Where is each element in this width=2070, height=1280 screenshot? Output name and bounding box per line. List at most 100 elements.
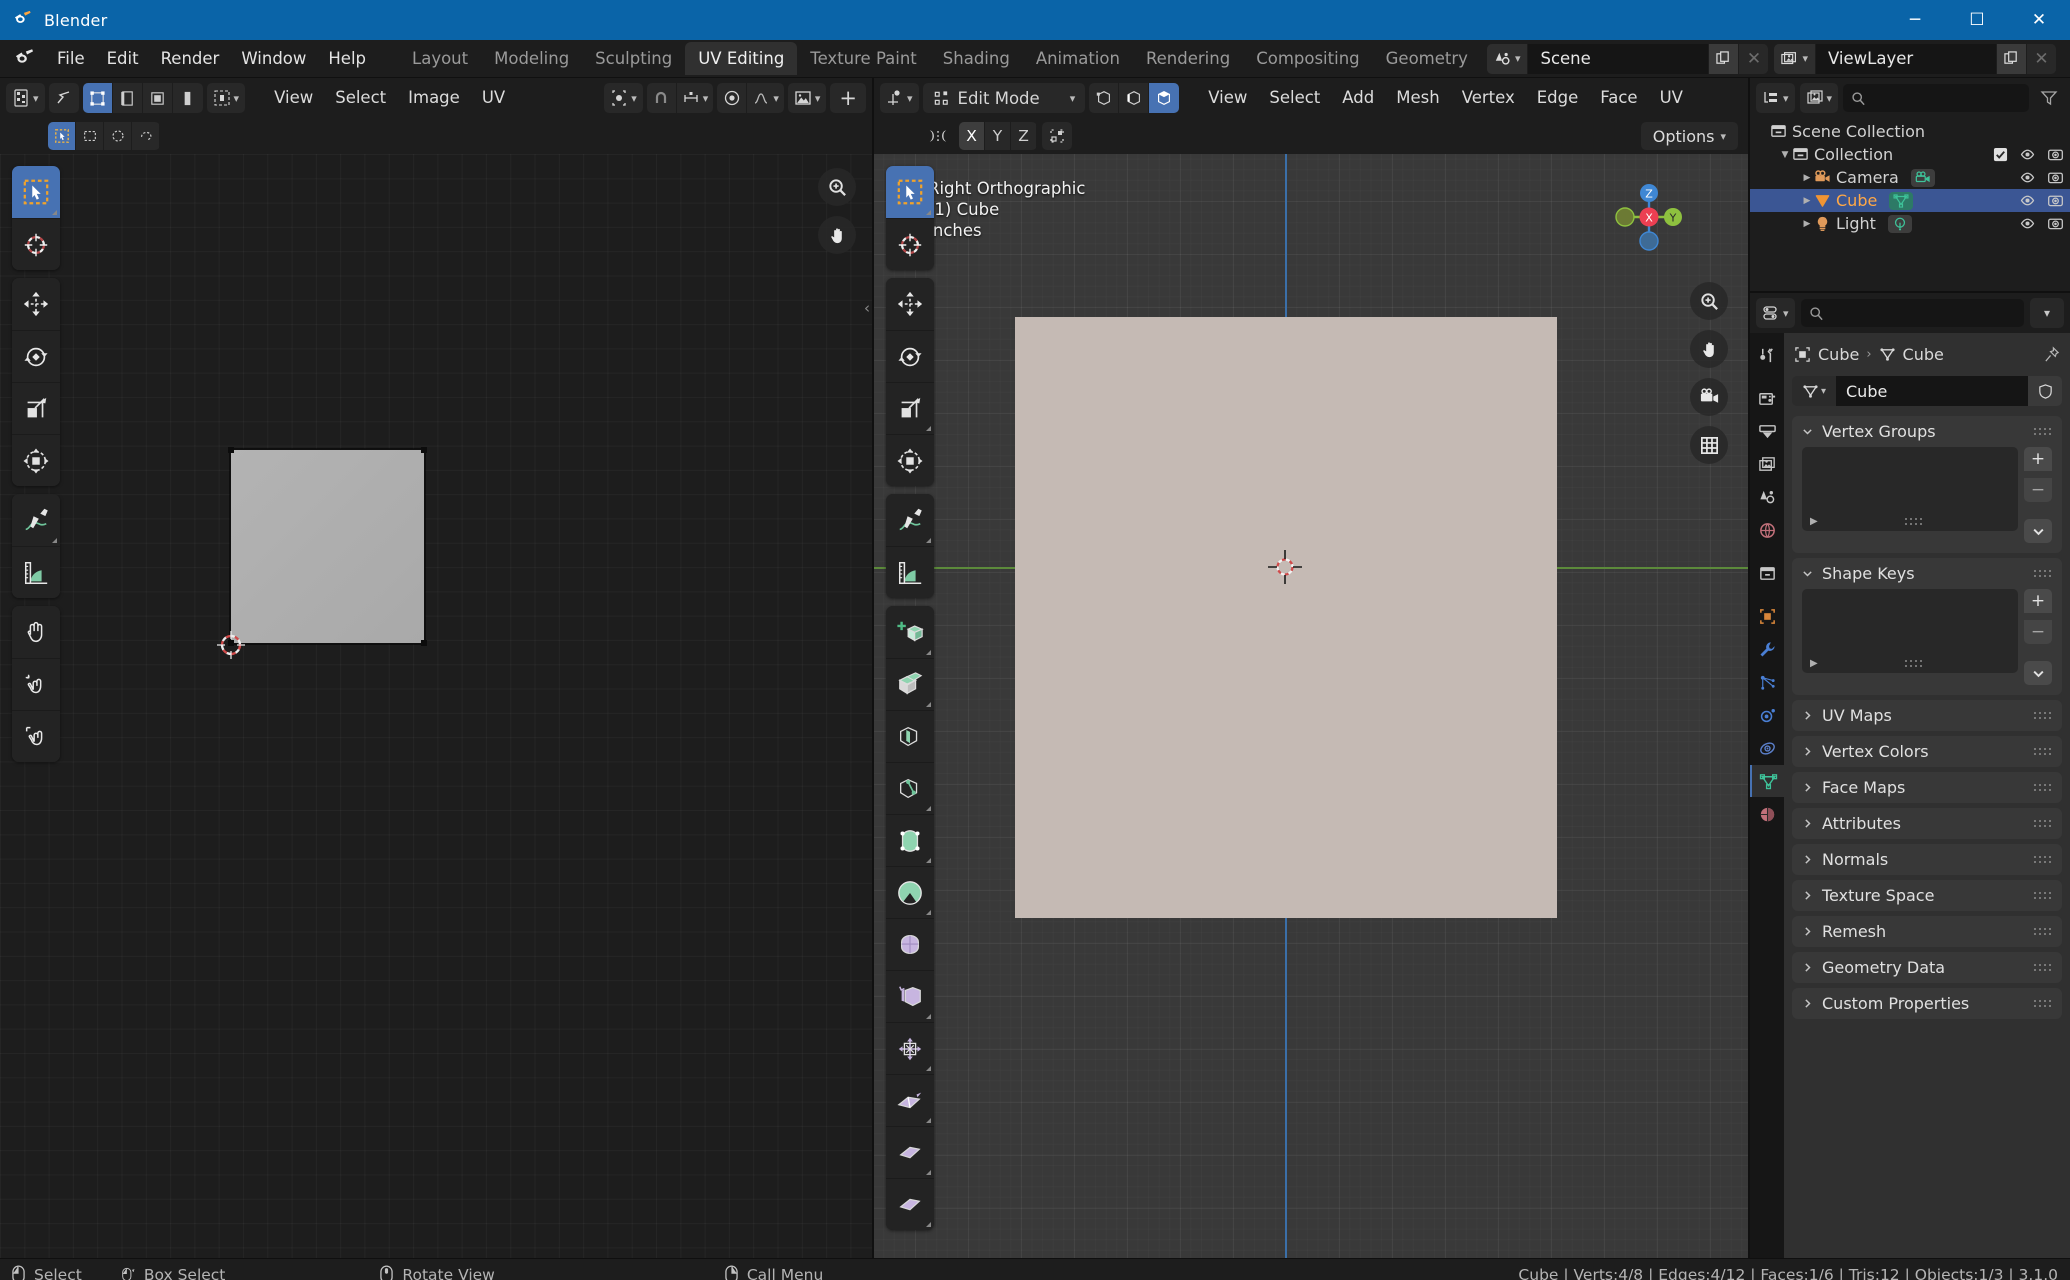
menu-help[interactable]: Help: [317, 44, 377, 74]
move-tool[interactable]: [886, 278, 934, 330]
pinch-tool[interactable]: [12, 710, 60, 762]
panel-header[interactable]: Custom Properties: [1792, 988, 2062, 1019]
tool-tab[interactable]: [1750, 339, 1784, 371]
workspace-tab-shading[interactable]: Shading: [930, 42, 1023, 75]
menu-window[interactable]: Window: [230, 44, 317, 74]
uv-sync-selection-icon[interactable]: [48, 83, 79, 113]
expand-list-icon[interactable]: ▶: [1810, 658, 1818, 669]
sticky-selection-icon[interactable]: ▾: [206, 83, 246, 113]
fake-user-shield-icon[interactable]: [2028, 376, 2062, 406]
viewport-navigation-gizmo[interactable]: Z Y X: [1606, 174, 1692, 260]
mirror-axis-y[interactable]: Y: [985, 122, 1011, 150]
expand-list-icon[interactable]: ▶: [1810, 516, 1818, 527]
scene-tab[interactable]: [1750, 481, 1784, 513]
panel-header[interactable]: Vertex Colors: [1792, 736, 2062, 767]
remove-item-button[interactable]: −: [2024, 478, 2052, 502]
toggle-ortho-icon[interactable]: [1690, 426, 1728, 464]
annotate-tool[interactable]: [886, 494, 934, 546]
hide-in-viewport-icon[interactable]: [2019, 192, 2036, 209]
menu-render[interactable]: Render: [150, 44, 231, 74]
item-list[interactable]: ▶: [1802, 589, 2018, 673]
world-tab[interactable]: [1750, 514, 1784, 546]
snap-target-icon[interactable]: ▾: [677, 83, 714, 113]
panel-drag-grip[interactable]: [2034, 711, 2052, 720]
topology-mirror-icon[interactable]: [1042, 122, 1072, 150]
viewport-menu-vertex[interactable]: Vertex: [1451, 83, 1526, 113]
knife-tool[interactable]: [886, 866, 934, 918]
cursor-tool[interactable]: [12, 218, 60, 270]
panel-drag-grip[interactable]: [2034, 891, 2052, 900]
uv-select-lasso-icon[interactable]: [132, 122, 160, 150]
uv-menu-select[interactable]: Select: [324, 83, 397, 113]
transform-tool[interactable]: [886, 434, 934, 486]
add-item-button[interactable]: +: [2024, 589, 2052, 613]
properties-editor-icon[interactable]: ▾: [1756, 298, 1795, 328]
viewport-canvas[interactable]: Right Orthographic (1) Cube Inches Z Y X: [874, 154, 1748, 1258]
hide-in-viewport-icon[interactable]: [2019, 146, 2036, 163]
scale-tool[interactable]: [886, 382, 934, 434]
viewport-cube-mesh[interactable]: [1015, 317, 1557, 918]
face-select-icon[interactable]: [1149, 83, 1180, 113]
close-button[interactable]: ✕: [2008, 0, 2070, 40]
add-cube-tool[interactable]: [886, 606, 934, 658]
collection-tab[interactable]: [1750, 557, 1784, 589]
breadcrumb-data-name[interactable]: Cube: [1903, 345, 1944, 364]
browse-image-icon[interactable]: ▾: [787, 83, 827, 113]
transform-orientation-icon[interactable]: ▾: [880, 83, 919, 113]
viewport-menu-mesh[interactable]: Mesh: [1385, 83, 1450, 113]
scene-icon[interactable]: ▾: [1486, 43, 1529, 74]
list-menu-button[interactable]: [2024, 661, 2052, 685]
panel-header[interactable]: Attributes: [1792, 808, 2062, 839]
unlink-scene-button[interactable]: ✕: [1738, 43, 1769, 74]
properties-options-button[interactable]: ▾: [2030, 298, 2064, 328]
measure-tool[interactable]: [12, 546, 60, 598]
blender-menu-icon[interactable]: [12, 46, 38, 72]
disclosure-triangle[interactable]: ▶: [1800, 173, 1814, 183]
shrink-fatten-tool[interactable]: [886, 1126, 934, 1178]
add-image-button[interactable]: +: [830, 83, 866, 113]
uv-face-quad[interactable]: [228, 447, 427, 646]
transform-tool[interactable]: [12, 434, 60, 486]
workspace-tab-compositing[interactable]: Compositing: [1243, 42, 1372, 75]
viewport-menu-face[interactable]: Face: [1589, 83, 1648, 113]
mesh-name-input[interactable]: Cube: [1836, 376, 2028, 406]
list-menu-button[interactable]: [2024, 519, 2052, 543]
zoom-nav-icon[interactable]: [1690, 282, 1728, 320]
pan-nav-icon[interactable]: [818, 216, 856, 254]
uv-editor-type-icon[interactable]: ▾: [6, 83, 45, 113]
grab-tool[interactable]: [12, 606, 60, 658]
outliner-row-light[interactable]: ▶ Light: [1750, 212, 2070, 235]
uv-island-select-icon[interactable]: [173, 83, 203, 113]
uv-select-tweak-icon[interactable]: [48, 122, 76, 150]
uv-vertex-select-icon[interactable]: [82, 83, 113, 113]
options-button[interactable]: Options ▾: [1640, 122, 1738, 150]
menu-file[interactable]: File: [46, 44, 96, 74]
physics-tab[interactable]: [1750, 699, 1784, 731]
camera-data-icon[interactable]: [1910, 168, 1935, 187]
disclosure-triangle[interactable]: ▶: [1800, 196, 1814, 206]
outliner-row-camera[interactable]: ▶ Camera: [1750, 166, 2070, 189]
new-viewlayer-button[interactable]: [1996, 43, 2026, 74]
outliner-display-mode-icon[interactable]: ▾: [1756, 83, 1795, 113]
uv-menu-image[interactable]: Image: [397, 83, 471, 113]
uv-face-select-icon[interactable]: [143, 83, 173, 113]
viewlayer-name-field[interactable]: ViewLayer: [1816, 43, 1996, 74]
light-data-icon[interactable]: [1887, 214, 1912, 233]
disclosure-triangle[interactable]: ▶: [1800, 219, 1814, 229]
zoom-nav-icon[interactable]: [818, 168, 856, 206]
output-tab[interactable]: [1750, 415, 1784, 447]
poly-build-tool[interactable]: [886, 918, 934, 970]
panel-header[interactable]: Shape Keys: [1792, 558, 2062, 589]
remove-item-button[interactable]: −: [2024, 620, 2052, 644]
mode-selector[interactable]: Edit Mode ▾: [922, 83, 1086, 113]
modifiers-tab[interactable]: [1750, 633, 1784, 665]
uv-select-box-icon[interactable]: [76, 122, 104, 150]
filter-funnel-icon[interactable]: [2034, 83, 2064, 113]
item-list[interactable]: ▶: [1802, 447, 2018, 531]
rotate-tool[interactable]: [12, 330, 60, 382]
panel-drag-grip[interactable]: [2034, 427, 2052, 436]
mesh-mirror-icon[interactable]: [922, 121, 954, 151]
panel-header[interactable]: UV Maps: [1792, 700, 2062, 731]
menu-edit[interactable]: Edit: [96, 44, 150, 74]
panel-header[interactable]: Texture Space: [1792, 880, 2062, 911]
